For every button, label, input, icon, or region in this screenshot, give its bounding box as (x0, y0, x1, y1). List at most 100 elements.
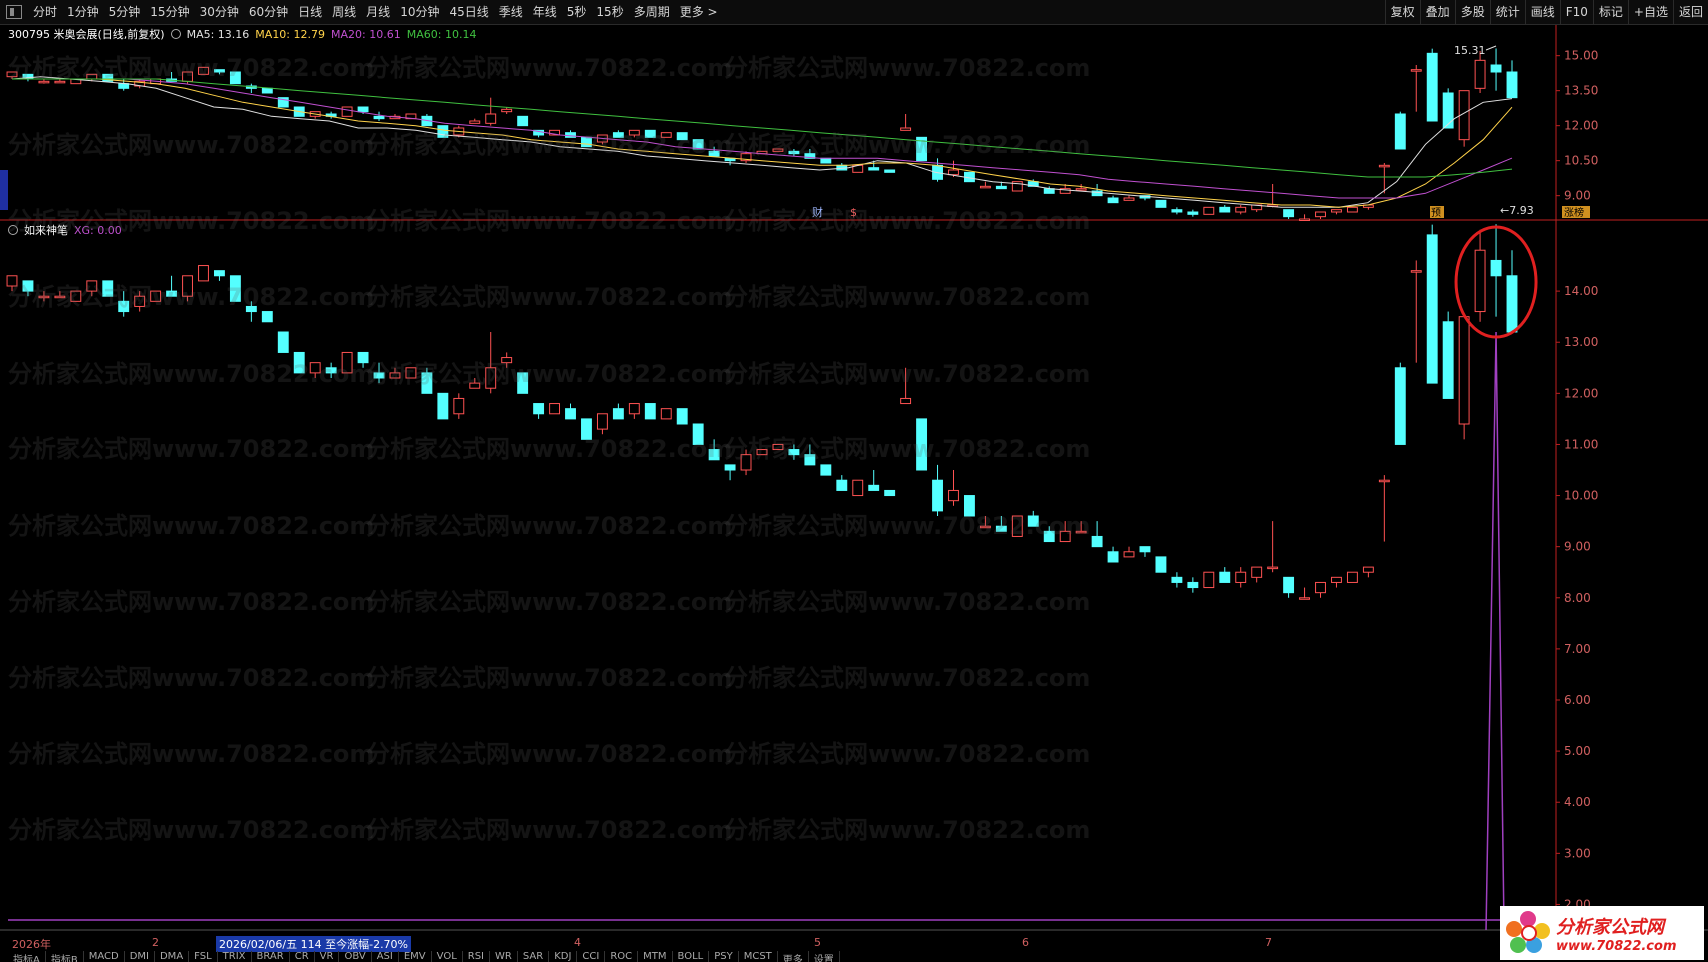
sub-candle (1107, 551, 1119, 563)
y-tick-label: 10.50 (1564, 154, 1598, 168)
indicator-tab-5[interactable]: FSL (189, 951, 218, 962)
indicator-tab-11[interactable]: ASI (372, 951, 399, 962)
main-candle (1235, 206, 1247, 213)
watermark-text: 分析家公式网www.70822.com (366, 360, 733, 388)
indicator-spike (1485, 331, 1505, 931)
watermark-text: 分析家公式网www.70822.com (8, 131, 375, 159)
sub-candle (549, 403, 561, 415)
indicator-tab-17[interactable]: KDJ (549, 951, 578, 962)
sub-candle (1315, 581, 1326, 594)
sub-candle (214, 270, 225, 277)
indicator-tab-24[interactable]: 更多 (778, 951, 809, 962)
indicator-tab-3[interactable]: DMI (125, 951, 155, 962)
logo-name: 分析家公式网 (1556, 916, 1664, 938)
main-candle (1331, 209, 1342, 213)
sub-candle (1474, 249, 1486, 313)
indicator-tab-14[interactable]: RSI (463, 951, 491, 962)
watermark-text: 分析家公式网www.70822.com (366, 664, 733, 692)
indicator-tab-21[interactable]: BOLL (673, 951, 710, 962)
indicator-tab-16[interactable]: SAR (518, 951, 550, 962)
sub-candle (1362, 566, 1374, 573)
indicator-tab-2[interactable]: MACD (84, 951, 125, 962)
indicator-tab-0[interactable]: 指标A (8, 951, 46, 962)
main-candle (501, 108, 513, 113)
watermark-text: 分析家公式网www.70822.com (366, 740, 733, 768)
sub-candle (277, 331, 289, 353)
main-candle (1171, 209, 1183, 213)
month-label-7: 7 (1265, 936, 1272, 949)
watermark-text: 分析家公式网www.70822.com (366, 131, 733, 159)
main-candle (1346, 206, 1358, 213)
sub-candle (596, 413, 608, 430)
y-tick-label: 5.00 (1564, 744, 1591, 758)
indicator-tab-23[interactable]: MCST (739, 951, 778, 962)
main-candle (1107, 197, 1119, 204)
main-candle (1187, 211, 1199, 215)
y-tick-label: 13.00 (1564, 335, 1598, 349)
sub-candle (261, 311, 273, 323)
y-tick-label: 4.00 (1564, 795, 1591, 809)
watermark-text: 分析家公式网www.70822.com (8, 588, 375, 616)
indicator-tab-8[interactable]: CR (290, 951, 315, 962)
sub-candle (724, 464, 736, 471)
watermark-text: 分析家公式网www.70822.com (366, 588, 733, 616)
watermark-text: 分析家公式网www.70822.com (724, 54, 1091, 82)
watermark-text: 分析家公式网www.70822.com (8, 435, 375, 463)
watermark-text: 分析家公式网www.70822.com (366, 54, 733, 82)
indicator-tab-10[interactable]: OBV (339, 951, 372, 962)
indicator-tab-9[interactable]: VR (315, 951, 340, 962)
sub-candle (1394, 367, 1406, 445)
main-candle (1075, 188, 1087, 191)
sub-candle (1458, 316, 1470, 425)
sub-candle (1219, 571, 1231, 583)
watermark-text: 分析家公式网www.70822.com (724, 360, 1091, 388)
indicator-tab-15[interactable]: WR (490, 951, 518, 962)
site-logo: 分析家公式网 www.70822.com (1500, 906, 1704, 960)
month-label-4: 4 (574, 936, 581, 949)
sub-candle (644, 403, 656, 420)
forecast-badge: 预 (1431, 207, 1441, 219)
sub-candle (1506, 275, 1518, 333)
indicator-tab-6[interactable]: TRIX (218, 951, 252, 962)
main-candle (1410, 69, 1422, 72)
watermark-text: 分析家公式网www.70822.com (366, 283, 733, 311)
indicator-tab-19[interactable]: ROC (605, 951, 639, 962)
main-candle (868, 167, 880, 171)
sub-candle (628, 403, 640, 415)
indicator-tab-20[interactable]: MTM (638, 951, 673, 962)
y-tick-label: 9.00 (1564, 540, 1591, 554)
sub-candle (900, 397, 912, 405)
sub-candle (676, 408, 688, 425)
indicator-tab-18[interactable]: CCI (577, 951, 606, 962)
watermark-text: 分析家公式网www.70822.com (366, 207, 733, 235)
watermark-text: 分析家公式网www.70822.com (724, 740, 1091, 768)
y-tick-label: 6.00 (1564, 693, 1591, 707)
main-candle (1474, 59, 1486, 89)
main-candle (469, 120, 481, 124)
watermark-text: 分析家公式网www.70822.com (724, 131, 1091, 159)
indicator-tab-4[interactable]: DMA (155, 951, 190, 962)
indicator-tab-13[interactable]: VOL (432, 951, 463, 962)
bottom-indicator-tabs: 指标A 指标B MACD DMI DMA FSL TRIX BRAR CR VR OBV ASI EMV… (8, 951, 840, 962)
low-price-label: ←7.93 (1500, 204, 1534, 217)
y-tick-label: 12.00 (1564, 119, 1598, 133)
indicator-tab-25[interactable]: 设置 (809, 951, 840, 962)
watermark-text: 分析家公式网www.70822.com (8, 54, 375, 82)
main-candle (1203, 206, 1215, 215)
indicator-tab-22[interactable]: PSY (709, 951, 739, 962)
indicator-tab-7[interactable]: BRAR (252, 951, 290, 962)
main-candle (357, 106, 369, 113)
main-candle (1299, 218, 1310, 221)
indicator-tab-1[interactable]: 指标B (46, 951, 84, 962)
watermark-text: 分析家公式网www.70822.com (724, 207, 1091, 235)
watermark-text: 分析家公式网www.70822.com (366, 816, 733, 844)
main-candle (341, 106, 353, 117)
sub-candle (1091, 535, 1103, 548)
main-candle (979, 185, 991, 189)
high-price-label: 15.31 (1454, 44, 1486, 57)
indicator-tab-12[interactable]: EMV (399, 951, 432, 962)
watermark-text: 分析家公式网www.70822.com (366, 512, 733, 540)
watermark-text: 分析家公式网www.70822.com (8, 207, 375, 235)
watermark-text: 分析家公式网www.70822.com (724, 816, 1091, 844)
main-candle (1394, 113, 1406, 150)
